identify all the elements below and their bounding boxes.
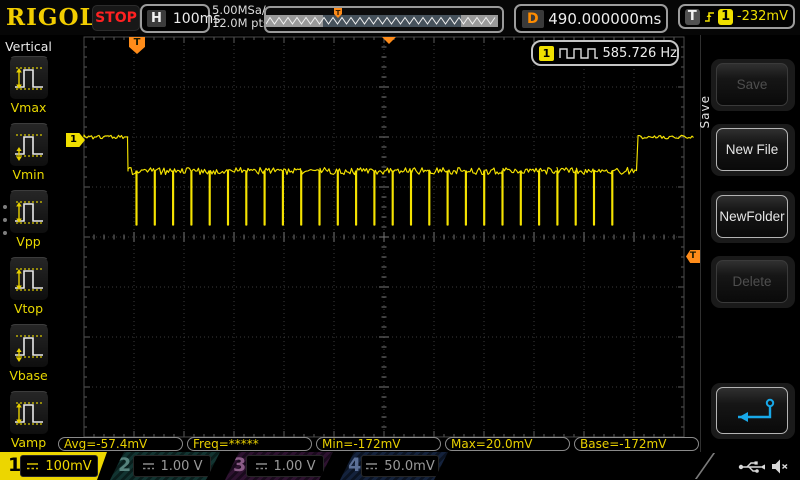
memory-depth: 12.0M pts [212,16,269,30]
vertical-item-vmin[interactable]: Vmin [0,123,57,188]
menu-button-new-file[interactable]: New File [716,128,788,171]
dc-coupling-icon [142,462,155,471]
menu-page-dots [3,205,7,235]
measure-item-label: Vmax [10,100,47,115]
softkey-well: Delete [711,256,795,308]
channel-scale-box: 100mV [20,455,98,477]
horizontal-timebase-box[interactable]: H 100ms [140,4,221,33]
bottom-bar-divider [694,453,716,479]
trigger-delay-box[interactable]: D 490.000000ms [514,4,668,33]
measure-item-label: Vmin [12,167,45,182]
back-button-well [711,383,795,439]
channel-3-tab[interactable]: 3 1.00 V [225,452,333,480]
dc-coupling-icon [255,462,268,471]
waveform-memory-preview[interactable]: T [264,6,504,33]
channel-1-tab[interactable]: 1 100mV [0,452,107,480]
trigger-level-value: -232mV [736,9,788,24]
vertical-item-vpp[interactable]: Vpp [0,190,57,255]
channel-scale-box: 1.00 V [246,455,324,477]
softkey-well: Save [711,59,795,111]
measurement-results-bar: Avg=-57.4mV Freq=***** Min=-172mV Max=20.0m… [58,437,699,451]
top-status-bar: RIGOL STOP H 100ms 5.00MSa/s 12.0M pts T… [0,0,800,36]
vertical-item-vmax[interactable]: Vmax [0,56,57,121]
oscilloscope-screen: RIGOL STOP H 100ms 5.00MSa/s 12.0M pts T… [0,0,800,480]
rigol-logo: RIGOL [6,4,97,31]
vmax-measure-icon [8,56,49,100]
channel-number: 2 [118,454,132,476]
horizontal-label: H [147,10,166,27]
softkey-well: NewFolder [711,191,795,243]
measurement-freq: Freq=***** [187,437,312,451]
vertical-item-vamp[interactable]: Vamp [0,391,57,456]
measure-item-label: Vpp [16,234,41,249]
channel-status-bar: 1 100mV 2 1.00 V 3 1.00 V 4 50.0mV [0,452,800,480]
dc-coupling-icon [365,462,378,471]
channel-number: 4 [348,454,362,476]
vpp-measure-icon [8,190,49,234]
frequency-counter: 1 585.726 Hz [531,40,679,66]
measure-item-label: Vbase [9,368,48,383]
vmin-measure-icon [8,123,49,167]
channel-scale-box: 50.0mV [361,455,439,477]
measurement-base: Base=-172mV [574,437,699,451]
scope-display: 1 T T 1 585.726 Hz Avg=-57.4mV Freq=*****… [57,35,700,452]
measurement-min: Min=-172mV [316,437,441,451]
window-center-icon [382,37,396,44]
channel-scale-value: 100mV [45,458,92,474]
channel-4-tab[interactable]: 4 50.0mV [340,452,448,480]
svg-text:T: T [336,9,341,17]
channel-scale-value: 1.00 V [273,458,316,474]
save-menu: Save Save New File NewFolder Delete [698,35,800,452]
memory-preview-wave: T [265,8,498,27]
vertical-measure-menu: Vertical Vmax Vmin Vpp Vtop Vbase Vamp [0,35,58,452]
trigger-label: T [685,8,700,25]
acquisition-info: 5.00MSa/s 12.0M pts [212,4,272,30]
trigger-source-badge: 1 [718,8,733,25]
softkey-well: New File [711,124,795,176]
square-wave-icon [559,48,598,59]
freq-counter-value: 585.726 Hz [602,45,678,61]
dc-coupling-icon [26,462,39,471]
delay-value: 490.000000ms [548,9,662,28]
vertical-item-vtop[interactable]: Vtop [0,257,57,322]
vbase-measure-icon [8,324,49,368]
freq-counter-channel-badge: 1 [539,45,554,61]
channel-scale-value: 50.0mV [384,458,435,474]
left-menu-title: Vertical [5,39,52,54]
rising-edge-icon [704,12,715,22]
graticule-and-trace [83,36,694,438]
menu-button-newfolder[interactable]: NewFolder [716,195,788,238]
return-arrow-icon [738,398,775,422]
vamp-measure-icon [8,391,49,435]
measurement-max: Max=20.0mV [445,437,570,451]
trigger-status-box[interactable]: T 1 -232mV [678,4,795,29]
usb-icon [738,461,765,473]
menu-back-button[interactable] [716,387,788,434]
delay-label: D [522,9,544,28]
menu-button-delete[interactable]: Delete [716,260,788,303]
vertical-item-vbase[interactable]: Vbase [0,324,57,389]
channel-scale-value: 1.00 V [160,458,203,474]
menu-button-save[interactable]: Save [716,63,788,106]
measure-item-label: Vtop [13,301,44,316]
measure-item-label: Vamp [10,435,47,450]
vtop-measure-icon [8,257,49,301]
channel-2-tab[interactable]: 2 1.00 V [110,452,220,480]
measurement-avg: Avg=-57.4mV [58,437,183,451]
speaker-muted-icon[interactable] [770,458,789,475]
channel-number: 3 [233,454,247,476]
channel-scale-box: 1.00 V [133,455,211,477]
run-state-badge[interactable]: STOP [92,5,140,31]
